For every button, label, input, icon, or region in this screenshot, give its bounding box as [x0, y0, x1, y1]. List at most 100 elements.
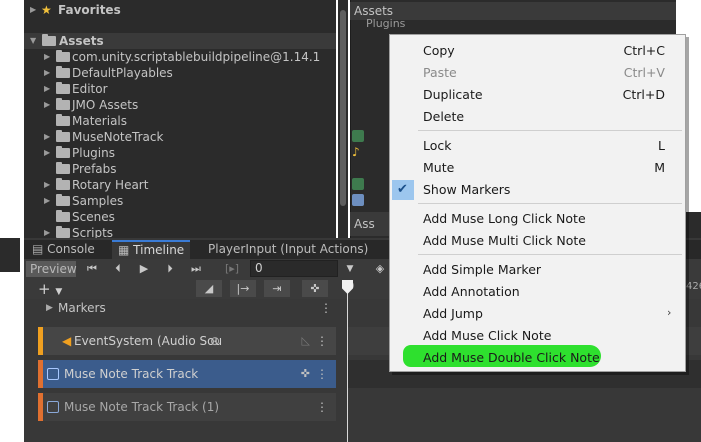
- asset-item-partial[interactable]: Plugins: [366, 16, 405, 32]
- tree-item[interactable]: ▶ JMO Assets: [24, 97, 336, 113]
- track-color-bar: [38, 327, 43, 355]
- tree-item-label: DefaultPlayables: [72, 66, 173, 80]
- menu-item-delete[interactable]: Delete: [390, 106, 685, 128]
- tree-scrollbar-thumb[interactable]: [340, 10, 346, 206]
- menu-item-show-markers[interactable]: Show Markers: [390, 179, 685, 201]
- object-picker-icon[interactable]: ⊙: [210, 327, 220, 355]
- folder-icon: [56, 98, 70, 110]
- menu-item-label: Add Jump: [423, 306, 483, 321]
- audio-track[interactable]: ◀ EventSystem (Audio Sou ⊙ ◺ ⋮: [38, 327, 336, 355]
- pin-icon[interactable]: ✜: [302, 280, 328, 297]
- muse-note-track[interactable]: Muse Note Track Track (1) ⋮: [38, 393, 336, 421]
- menu-item-add-multi-click[interactable]: Add Muse Multi Click Note: [390, 230, 685, 252]
- menu-item-add-double-click[interactable]: Add Muse Double Click Note: [390, 347, 685, 369]
- next-frame-icon[interactable]: ⏵: [160, 261, 180, 277]
- go-to-start-icon[interactable]: ⏮: [82, 261, 102, 277]
- kebab-menu-icon[interactable]: ⋮: [316, 393, 328, 421]
- tree-item-label: Materials: [72, 114, 128, 128]
- ripple-icon[interactable]: ◢: [196, 280, 222, 297]
- tab-player-input[interactable]: PlayerInput (Input Actions): [202, 240, 374, 259]
- folder-icon: [56, 178, 70, 190]
- expand-arrow-icon[interactable]: ▶: [44, 177, 50, 193]
- menu-separator: [418, 254, 682, 255]
- kebab-menu-icon[interactable]: ⋮: [316, 327, 328, 355]
- assets-footer-label: Ass: [354, 217, 375, 231]
- expand-arrow-icon[interactable]: ▶: [44, 97, 50, 113]
- prefab-icon: [352, 194, 364, 206]
- tree-item[interactable]: ▶ Plugins: [24, 145, 336, 161]
- mute-icon[interactable]: ◺: [302, 327, 310, 355]
- asset-cube-icon[interactable]: ◈: [370, 261, 390, 277]
- tree-item-label: Plugins: [72, 146, 115, 160]
- menu-item-duplicate[interactable]: Duplicate Ctrl+D: [390, 84, 685, 106]
- expand-arrow-icon[interactable]: ▶: [44, 81, 50, 97]
- clip-lane[interactable]: [348, 393, 701, 421]
- tree-item[interactable]: ▶ Scripts: [24, 225, 336, 238]
- folder-icon: [56, 226, 70, 238]
- expand-arrow-icon[interactable]: ▶: [44, 49, 50, 65]
- tree-item[interactable]: ▶ Samples: [24, 193, 336, 209]
- menu-item-add-jump[interactable]: Add Jump: [390, 303, 685, 325]
- previous-frame-icon[interactable]: ⏴: [108, 261, 128, 277]
- frame-input[interactable]: 0: [250, 260, 338, 277]
- tree-item-label: MuseNoteTrack: [72, 130, 164, 144]
- tree-item-label: Samples: [72, 194, 124, 208]
- playhead-line[interactable]: [347, 290, 348, 442]
- kebab-menu-icon[interactable]: ⋮: [316, 360, 328, 388]
- menu-item-lock[interactable]: Lock L: [390, 135, 685, 157]
- background-area: [0, 0, 24, 230]
- menu-shortcut: M: [654, 160, 665, 175]
- tree-item[interactable]: ▶ MuseNoteTrack: [24, 129, 336, 145]
- expand-arrow-icon[interactable]: ▶: [30, 2, 36, 18]
- tree-item[interactable]: Materials: [24, 113, 336, 129]
- tree-item[interactable]: ▶ Rotary Heart: [24, 177, 336, 193]
- assets-root-row[interactable]: ▼ Assets: [24, 33, 336, 49]
- expand-arrow-icon[interactable]: ▶: [44, 193, 50, 209]
- menu-item-add-click[interactable]: Add Muse Click Note: [390, 325, 685, 347]
- folder-icon: [56, 130, 70, 142]
- tree-item[interactable]: ▶ DefaultPlayables: [24, 65, 336, 81]
- cube-icon: [47, 401, 59, 413]
- audio-icon: ◀: [62, 334, 72, 348]
- play-range-icon[interactable]: [▸]: [222, 261, 242, 277]
- tree-item-label: Rotary Heart: [72, 178, 149, 192]
- tree-item[interactable]: ▶ Editor: [24, 81, 336, 97]
- menu-item-paste[interactable]: Paste Ctrl+V: [390, 62, 685, 84]
- edit-mode-icon[interactable]: ⇥: [264, 280, 290, 297]
- tab-console[interactable]: ▤ Console: [26, 240, 101, 259]
- menu-item-add-simple-marker[interactable]: Add Simple Marker: [390, 259, 685, 281]
- collapse-arrow-icon[interactable]: ▼: [30, 33, 36, 49]
- snap-icon[interactable]: |→: [230, 280, 256, 297]
- menu-item-add-long-click[interactable]: Add Muse Long Click Note: [390, 208, 685, 230]
- markers-track[interactable]: ▶ Markers ⋮: [24, 299, 336, 317]
- pin-icon[interactable]: ✜: [301, 360, 310, 388]
- tree-item[interactable]: Prefabs: [24, 161, 336, 177]
- menu-item-label: Delete: [423, 109, 465, 124]
- track-name: Muse Note Track Track: [64, 367, 199, 381]
- menu-item-add-annotation[interactable]: Add Annotation: [390, 281, 685, 303]
- expand-arrow-icon[interactable]: ▶: [44, 65, 50, 81]
- expand-arrow-icon[interactable]: ▶: [46, 299, 53, 317]
- favorites-row[interactable]: ▶ ★ Favorites: [24, 2, 336, 18]
- expand-arrow-icon[interactable]: ▶: [44, 129, 50, 145]
- track-name: Muse Note Track Track (1): [64, 400, 220, 414]
- preview-button[interactable]: Preview: [26, 261, 77, 277]
- dropdown-arrow-icon[interactable]: ▼: [340, 261, 360, 277]
- muse-note-track-selected[interactable]: Muse Note Track Track ✜ ⋮: [38, 360, 336, 388]
- add-track-button[interactable]: + ▼: [38, 280, 72, 298]
- project-folder-tree[interactable]: ▶ ★ Favorites ▼ Assets ▶ com.unity.script…: [24, 0, 336, 238]
- tab-timeline[interactable]: ▦ Timeline: [112, 240, 191, 259]
- go-to-end-icon[interactable]: ⏭: [186, 261, 206, 277]
- play-icon[interactable]: ▶: [134, 261, 154, 277]
- expand-arrow-icon[interactable]: ▶: [44, 225, 50, 238]
- star-icon: ★: [41, 3, 52, 17]
- tree-item[interactable]: ▶ com.unity.scriptablebuildpipeline@1.14.…: [24, 49, 336, 65]
- menu-item-label: Add Muse Double Click Note: [423, 350, 600, 365]
- favorites-label: Favorites: [58, 3, 121, 17]
- tree-item[interactable]: Scenes: [24, 209, 336, 225]
- kebab-menu-icon[interactable]: ⋮: [320, 299, 332, 317]
- menu-item-label: Show Markers: [423, 182, 511, 197]
- menu-item-mute[interactable]: Mute M: [390, 157, 685, 179]
- expand-arrow-icon[interactable]: ▶: [44, 145, 50, 161]
- menu-item-copy[interactable]: Copy Ctrl+C: [390, 40, 685, 62]
